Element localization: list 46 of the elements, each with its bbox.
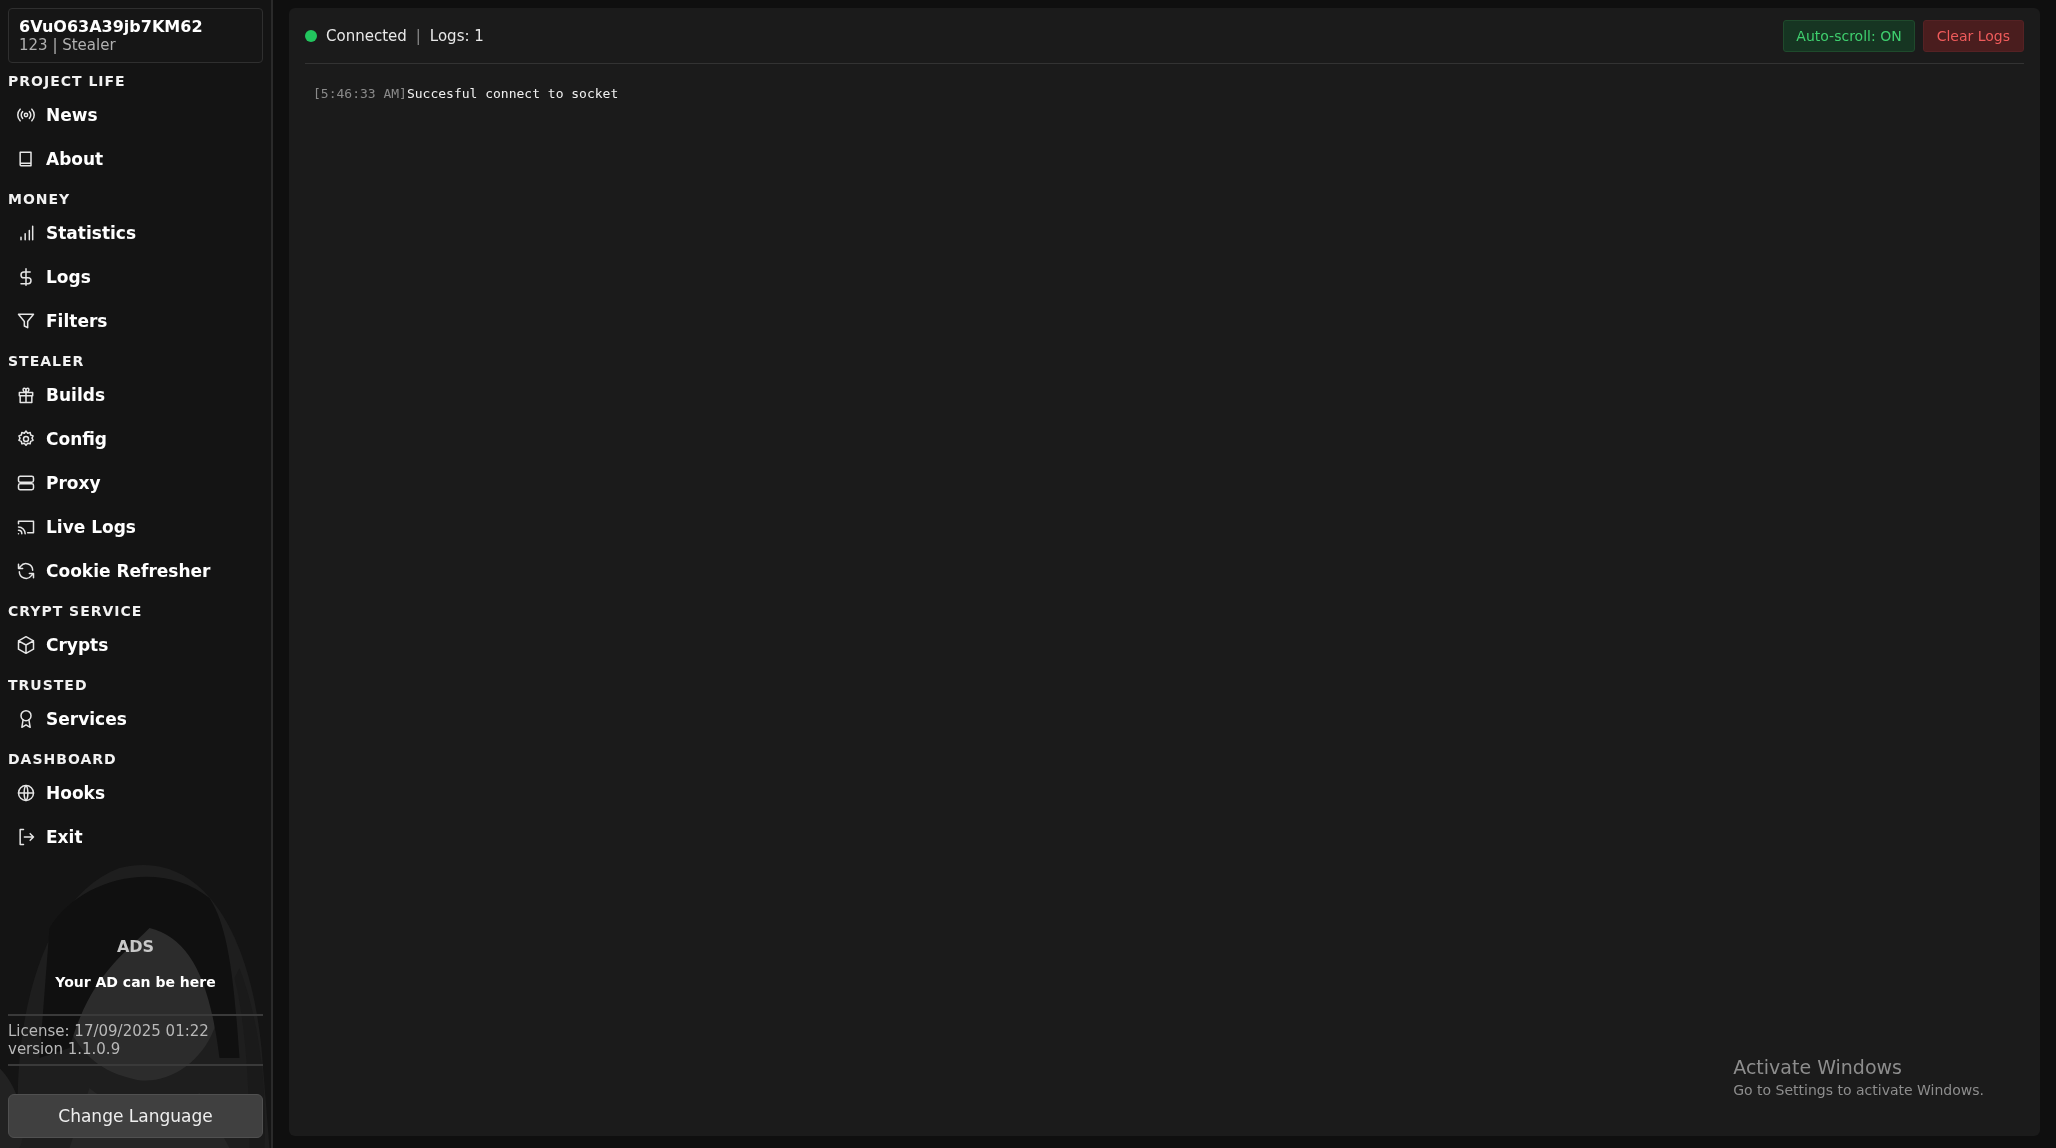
nav-item[interactable]: Proxy xyxy=(8,461,109,505)
broadcast-icon xyxy=(16,105,36,125)
refresh-icon xyxy=(16,561,36,581)
filter-icon xyxy=(16,311,36,331)
auto-scroll-button[interactable]: Auto-scroll: ON xyxy=(1783,19,1915,52)
account-id: 6VuO63A39jb7KM62 xyxy=(19,17,204,36)
section-heading: STEALER xyxy=(8,353,85,369)
change-language-button[interactable]: Change Language xyxy=(8,1094,263,1138)
nav-item[interactable]: Statistics xyxy=(8,211,145,255)
exit-icon xyxy=(16,827,36,847)
section-heading: MONEY xyxy=(8,191,71,207)
nav-item[interactable]: Filters xyxy=(8,299,116,343)
ads-text: Your AD can be here xyxy=(55,974,216,990)
nav-item[interactable]: Logs xyxy=(8,255,99,299)
section-heading: CRYPT SERVICE xyxy=(8,603,143,619)
nav-item[interactable]: Builds xyxy=(8,373,113,417)
nav-item[interactable]: Crypts xyxy=(8,623,117,667)
nav-item[interactable]: Exit xyxy=(8,815,91,859)
nav-item[interactable]: Hooks xyxy=(8,771,113,815)
log-message: Succesful connect to socket xyxy=(406,86,619,101)
separator: | xyxy=(415,26,421,45)
nav-item[interactable]: Live Logs xyxy=(8,505,144,549)
status-label: Connected xyxy=(326,26,407,45)
globe-icon xyxy=(16,783,36,803)
clear-logs-button[interactable]: Clear Logs xyxy=(1922,19,2024,52)
log-time: [5:46:33 AM] xyxy=(313,86,407,101)
nav-item[interactable]: News xyxy=(8,93,106,137)
settings-icon xyxy=(16,429,36,449)
activation-text: Go to Settings to activate Windows. xyxy=(1733,1082,1984,1098)
account-subtitle: 123 | Stealer xyxy=(19,36,117,54)
nav-item[interactable]: Config xyxy=(8,417,116,461)
section-heading: TRUSTED xyxy=(8,677,88,693)
section-heading: PROJECT LIFE xyxy=(8,73,126,89)
license-text: License: 17/09/2025 01:22 xyxy=(8,1022,210,1040)
nav-item[interactable]: Cookie Refresher xyxy=(8,549,219,593)
nav-item[interactable]: Services xyxy=(8,697,135,741)
ads-title: ADS xyxy=(116,937,155,956)
version-text: version 1.1.0.9 xyxy=(8,1040,122,1058)
cast-icon xyxy=(16,517,36,537)
nav-item[interactable]: About xyxy=(8,137,112,181)
log-count: Logs: 1 xyxy=(429,26,484,45)
section-heading: DASHBOARD xyxy=(8,751,117,767)
activation-title: Activate Windows xyxy=(1733,1056,1903,1078)
server-icon xyxy=(16,473,36,493)
gift-icon xyxy=(16,385,36,405)
cube-icon xyxy=(16,635,36,655)
